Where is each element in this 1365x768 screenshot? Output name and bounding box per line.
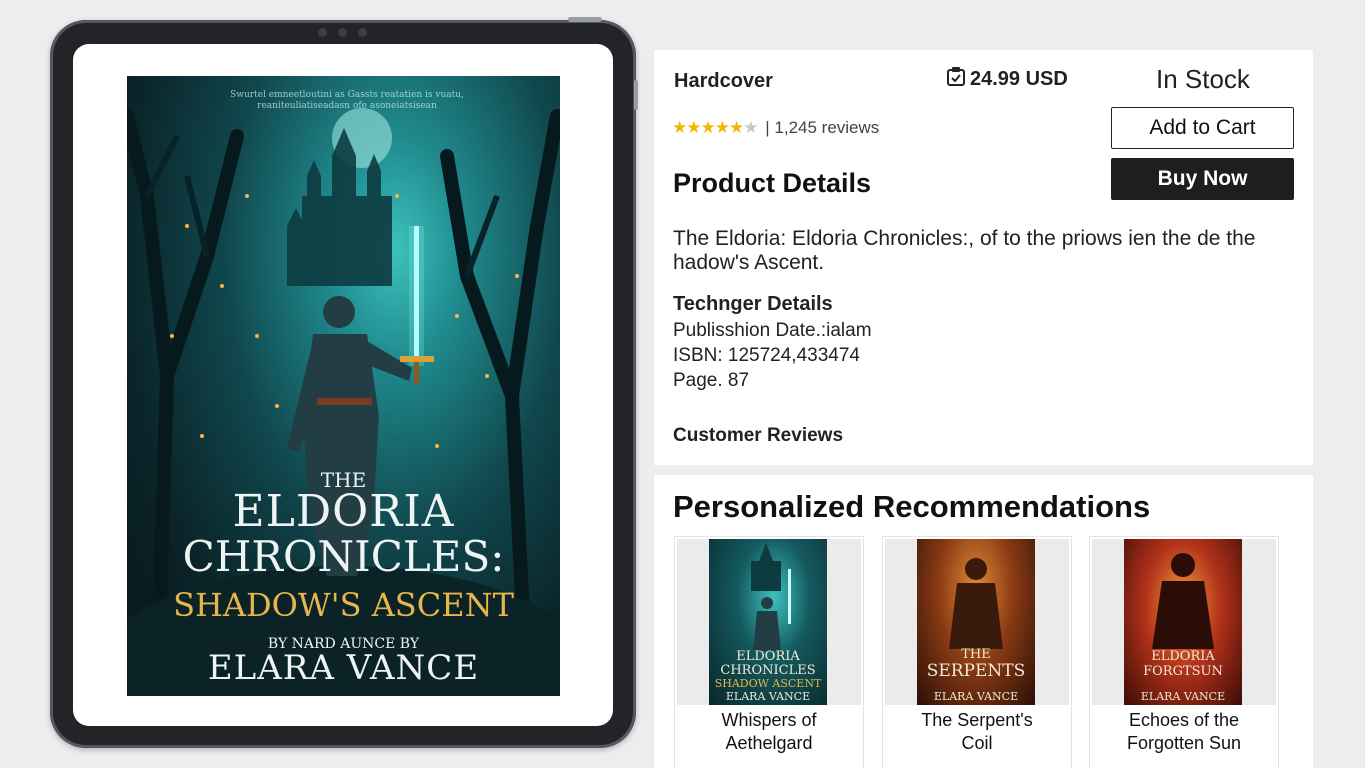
format-label: Hardcover [674, 70, 773, 92]
recommendations-panel: Personalized Recommendations ELDORIA CHR… [654, 475, 1313, 768]
cover-subtitle: SHADOW'S ASCENT [173, 586, 514, 624]
add-to-cart-button[interactable]: Add to Cart [1111, 107, 1294, 149]
recommendation-cover-title: ELDORIA [1151, 649, 1215, 664]
star-icon: ★ [700, 118, 716, 137]
cover-title-line-1: ELDORIA [232, 486, 455, 537]
star-icon: ★ [672, 118, 687, 137]
tablet-power-button [568, 17, 602, 22]
tag-icon [946, 67, 966, 93]
recommendation-title[interactable]: The Serpent's Coil [883, 709, 1071, 755]
recommendation-cover-title: ELDORIA [736, 649, 800, 664]
book-cover-image: Swurtel emneetloutini as Gassts reatatie… [127, 76, 560, 696]
price-display: 24.99 USD [946, 67, 1068, 93]
camera-icon [318, 28, 372, 38]
recommendation-card[interactable]: ELDORIA CHRONICLES SHADOW ASCENT ELARA V… [674, 536, 864, 768]
customer-reviews-heading[interactable]: Customer Reviews [673, 425, 843, 447]
product-details-heading: Product Details [673, 168, 872, 198]
star-icon: ★ [686, 118, 701, 137]
page-count: Page. 87 [673, 370, 750, 391]
recommendation-title[interactable]: Echoes of the Forgotten Sun [1090, 709, 1278, 755]
cover-tagline: Swurtel emneetloutini as Gassts reatatie… [230, 90, 464, 111]
buy-now-button[interactable]: Buy Now [1111, 158, 1294, 200]
recommendation-card[interactable]: ELDORIA FORGTSUN ELARA VANCE Echoes of t… [1089, 536, 1279, 768]
cover-author: ELARA VANCE [207, 648, 480, 688]
price-value: 24.99 USD [970, 68, 1068, 90]
star-empty-icon: ★ [743, 118, 758, 137]
technical-details-heading: Technger Details [673, 293, 833, 315]
star-icon: ★ [714, 118, 730, 137]
recommendations-heading: Personalized Recommendations [673, 489, 1151, 524]
product-details-panel: Hardcover 24.99 USD In Stock ★★★★★★ | 1,… [654, 50, 1313, 465]
star-rating: ★★★★★★ [672, 118, 761, 137]
cover-title-line-2: CHRONICLES: [182, 532, 505, 581]
recommendation-cover-image: ELDORIA CHRONICLES SHADOW ASCENT ELARA V… [709, 539, 827, 705]
product-description: The Eldoria: Eldoria Chronicles:, of to … [673, 227, 1256, 274]
recommendation-title[interactable]: Whispers of Aethelgard [675, 709, 863, 755]
recommendation-cover-title: THE [961, 647, 991, 662]
isbn: ISBN: 125724,433474 [673, 345, 860, 366]
star-half-icon: ★ [729, 118, 744, 137]
publication-date: Publisshion Date.:ialam [673, 320, 872, 341]
review-count[interactable]: 1,245 reviews [774, 118, 879, 137]
rating-row[interactable]: ★★★★★★ | 1,245 reviews [672, 118, 879, 138]
recommendation-card[interactable]: THE SERPENTS ELARA VANCE The Serpent's C… [882, 536, 1072, 768]
recommendation-cover-image: ELDORIA FORGTSUN ELARA VANCE [1124, 539, 1242, 705]
recommendation-cover-image: THE SERPENTS ELARA VANCE [917, 539, 1035, 705]
tablet-volume-button [634, 80, 638, 110]
stock-status: In Stock [1156, 64, 1250, 94]
